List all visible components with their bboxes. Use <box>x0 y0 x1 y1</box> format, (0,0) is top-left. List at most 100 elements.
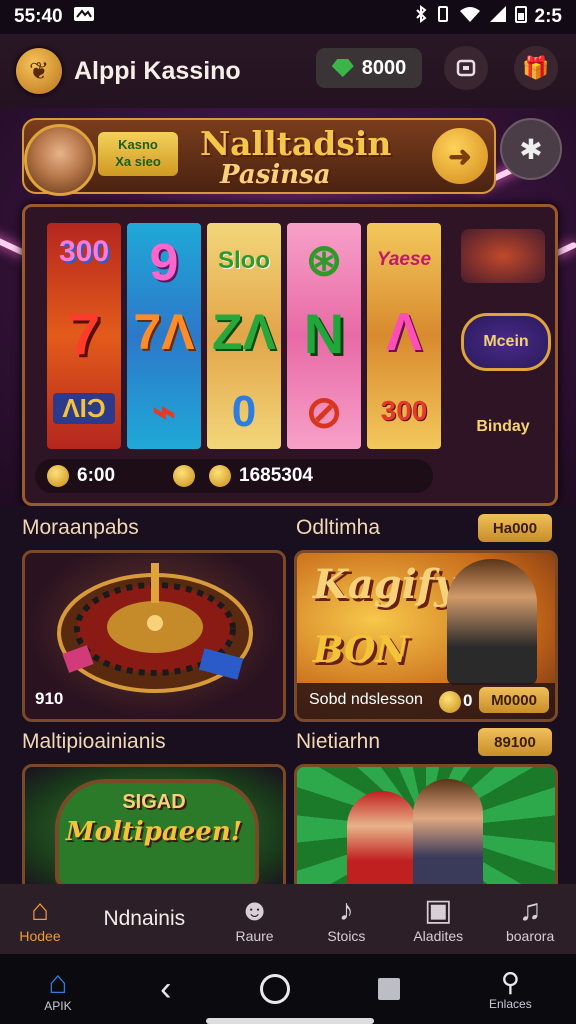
gear-icon: ✱ <box>519 133 543 165</box>
nav-label: Ndnainis <box>103 907 186 930</box>
coin-icon <box>47 465 69 487</box>
balance-value: 8000 <box>361 56 407 79</box>
gem-icon <box>331 59 354 77</box>
card-subtitle: Moltipaeen! <box>65 817 243 847</box>
search-icon: ⚲ <box>500 967 520 997</box>
featured-game-card[interactable]: Kagify BON Sobd ndslesson 0 M0000 <box>294 550 558 722</box>
gesture-home-bar[interactable] <box>206 1018 374 1024</box>
wifi-icon <box>459 5 481 29</box>
nav-item-boarora[interactable]: ♫ boarora <box>484 884 576 954</box>
status-time: 55:40 <box>14 6 63 27</box>
badge-line1: Kasno <box>118 137 158 152</box>
player-avatar[interactable] <box>24 124 96 196</box>
app-logo-icon[interactable]: ❦ <box>16 48 62 94</box>
reel-symbol: Sloo <box>218 247 270 274</box>
settings-button[interactable]: ✱ <box>500 118 562 180</box>
system-navigation-bar: ⌂ APIK ‹ ⚲ Enlaces <box>0 954 576 1024</box>
system-overview-button[interactable] <box>378 978 401 1000</box>
side-label: Binday <box>476 418 530 435</box>
slot-reel-4: ⊛ Ν ⊘ <box>287 223 361 449</box>
slot-reel-2: 9 7Λ ⌁ <box>127 223 201 449</box>
slot-reel-1: 300 7 ΛΙϽ <box>47 223 121 449</box>
card-coin-value: 0 <box>463 691 473 710</box>
adventure-game-card[interactable] <box>294 764 558 894</box>
slot-side-panel: Mcein Binday <box>455 217 551 457</box>
slot-reel-3: Sloo ΖΛ 0 <box>207 223 281 449</box>
bottom-navigation: ⌂ Hodee Ndnainis ☻ Raure ♪ Stoics ▣ Alad… <box>0 884 576 954</box>
nav-label: boarora <box>505 928 555 944</box>
bluetooth-icon <box>415 5 427 29</box>
home-icon: ⌂ <box>48 964 68 1000</box>
nav-label: Stoics <box>327 928 366 944</box>
reel-symbol: Λ <box>385 302 423 362</box>
banner-title: Nalltadsin <box>200 124 392 163</box>
reel-symbol: 300 <box>380 395 428 426</box>
battery-text: 2:5 <box>534 6 562 27</box>
music-note-icon: ♫ <box>518 894 542 927</box>
coin-icon <box>439 691 461 713</box>
reel-symbol: Ν <box>303 302 345 365</box>
reel-symbol: 7Λ <box>133 304 195 360</box>
nav-label: Aladites <box>413 928 464 944</box>
card-caption: Sobd ndslesson <box>309 691 423 708</box>
nav-item-home[interactable]: ⌂ Hodee <box>0 884 80 954</box>
nav-label: Hodee <box>19 928 61 944</box>
reel-symbol: ΛΙϽ <box>53 393 115 424</box>
promo-banner[interactable]: Kasno Xa sieo Nalltadsin Pasinsa ➜ <box>22 118 496 196</box>
nav-item-section[interactable]: Ndnainis <box>80 884 209 954</box>
app-header: ❦ Alppi Kassino 8000 🎁 <box>0 34 576 108</box>
roulette-wheel-icon <box>57 563 253 693</box>
reel-symbol: ⌁ <box>151 390 177 434</box>
house-icon: ⌂ <box>30 894 50 927</box>
battery-icon <box>514 5 527 29</box>
reel-symbol: 300 <box>58 235 110 268</box>
signal-icon <box>489 5 507 29</box>
reel-symbol: Yaese <box>376 249 432 270</box>
banner-arrow-button[interactable]: ➜ <box>432 128 488 184</box>
gift-icon: 🎁 <box>522 55 550 80</box>
card-price-pill[interactable]: M0000 <box>479 687 549 713</box>
system-recents-home-button[interactable] <box>259 974 290 1004</box>
square-icon <box>378 978 401 1000</box>
system-search-button[interactable]: ⚲ Enlaces <box>489 967 532 1011</box>
face-icon: ☻ <box>238 894 271 927</box>
coin-icon <box>209 465 232 487</box>
music-note-icon: ♪ <box>338 894 354 927</box>
stat-win: 1685304 <box>239 465 313 486</box>
reel-symbol: 7 <box>67 302 101 367</box>
section-title: Moraanpabs <box>22 516 139 539</box>
roulette-game-card[interactable]: 910 <box>22 550 286 722</box>
balance-display[interactable]: 8000 <box>316 48 422 88</box>
wallet-button[interactable] <box>444 46 488 90</box>
character-illustration <box>413 779 483 891</box>
nav-item-raure[interactable]: ☻ Raure <box>209 884 301 954</box>
vibrate-icon <box>435 5 451 29</box>
box-icon: ▣ <box>424 894 453 927</box>
section-title: Odltimha <box>296 516 381 539</box>
reel-symbol: ⊛ <box>305 236 343 285</box>
card-title: SIGAD <box>122 791 186 813</box>
section-title: Nietiarhn <box>296 730 381 753</box>
stat-bet: 6:00 <box>77 465 116 486</box>
section-badge[interactable]: 89100 <box>478 728 552 756</box>
multiplayer-game-card[interactable]: SIGAD Moltipaeen! <box>22 764 286 894</box>
slot-reel-5: Yaese Λ 300 <box>367 223 441 449</box>
status-bar: 55:40 2:5 <box>0 0 576 34</box>
reel-symbol: 9 <box>149 234 179 292</box>
app-title: Alppi Kassino <box>74 56 241 85</box>
system-back-button[interactable]: ‹ <box>160 970 171 1009</box>
slot-machine[interactable]: 300 7 ΛΙϽ 9 7Λ ⌁ Sloo ΖΛ 0 ⊛ Ν ⊘ Yaese Λ… <box>22 204 558 506</box>
hero-slot-section: Kasno Xa sieo Nalltadsin Pasinsa ➜ ✱ 300… <box>0 108 576 506</box>
banner-subtitle: Pasinsa <box>220 160 331 190</box>
system-home-button[interactable]: ⌂ APIK <box>44 965 71 1013</box>
reel-symbol: 0 <box>231 387 257 436</box>
coin-icon <box>173 465 196 487</box>
circle-icon <box>259 974 290 1004</box>
section-badge[interactable]: Ha000 <box>478 514 552 542</box>
back-icon: ‹ <box>160 969 172 1008</box>
nav-item-aladites[interactable]: ▣ Aladites <box>392 884 484 954</box>
gift-button[interactable]: 🎁 <box>514 46 558 90</box>
section-title: Maltipioainianis <box>22 730 166 753</box>
side-medallion: Mcein <box>461 313 551 371</box>
nav-item-stoics[interactable]: ♪ Stoics <box>300 884 392 954</box>
